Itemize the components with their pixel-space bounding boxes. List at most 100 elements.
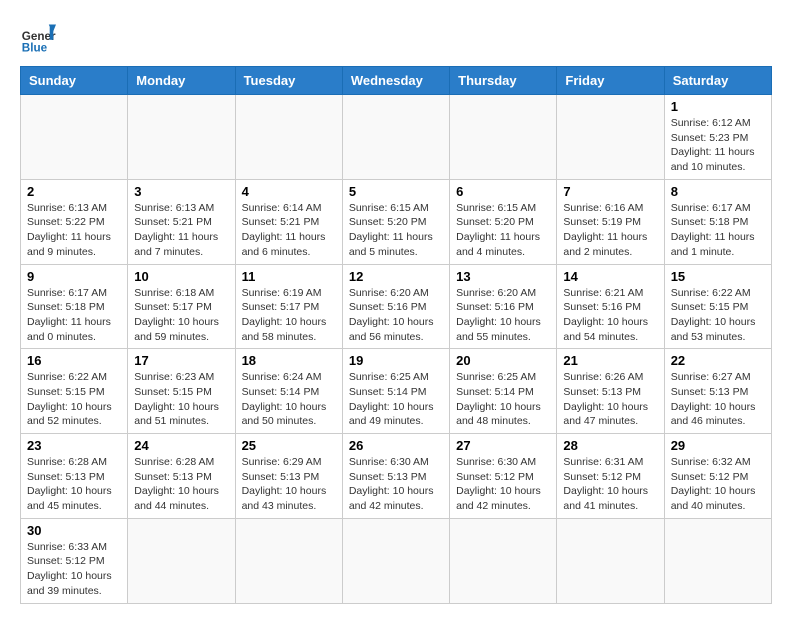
- calendar-cell: 28Sunrise: 6:31 AM Sunset: 5:12 PM Dayli…: [557, 434, 664, 519]
- day-number: 22: [671, 353, 765, 368]
- day-number: 10: [134, 269, 228, 284]
- calendar-cell: 24 Sunrise: 6:28 AM Sunset: 5:13 PM Dayli…: [128, 434, 235, 519]
- day-number: 3: [134, 184, 228, 199]
- calendar-cell: 13 Sunrise: 6:20 AM Sunset: 5:16 PM Dayli…: [450, 264, 557, 349]
- weekday-header-sunday: Sunday: [21, 67, 128, 95]
- calendar-cell: 15 Sunrise: 6:22 AM Sunset: 5:15 PM Dayli…: [664, 264, 771, 349]
- calendar-cell: [450, 95, 557, 180]
- calendar-cell: [450, 518, 557, 603]
- day-info: Sunrise: 6:22 AM Sunset: 5:15 PM Dayligh…: [27, 370, 121, 429]
- svg-text:Blue: Blue: [22, 42, 48, 55]
- day-info: Sunrise: 6:21 AM Sunset: 5:16 PM Dayligh…: [563, 286, 657, 345]
- calendar-cell: 25 Sunrise: 6:29 AM Sunset: 5:13 PM Dayli…: [235, 434, 342, 519]
- day-number: 15: [671, 269, 765, 284]
- weekday-header-tuesday: Tuesday: [235, 67, 342, 95]
- calendar-cell: 30 Sunrise: 6:33 AM Sunset: 5:12 PM Dayli…: [21, 518, 128, 603]
- calendar-week-5: 30 Sunrise: 6:33 AM Sunset: 5:12 PM Dayli…: [21, 518, 772, 603]
- day-number: 11: [242, 269, 336, 284]
- day-number: 16: [27, 353, 121, 368]
- day-number: 8: [671, 184, 765, 199]
- day-info: Sunrise: 6:22 AM Sunset: 5:15 PM Dayligh…: [671, 286, 765, 345]
- day-info: Sunrise: 6:25 AM Sunset: 5:14 PM Dayligh…: [456, 370, 550, 429]
- day-number: 30: [27, 523, 121, 538]
- day-number: 18: [242, 353, 336, 368]
- calendar-cell: [557, 95, 664, 180]
- day-info: Sunrise: 6:13 AM Sunset: 5:21 PM Dayligh…: [134, 201, 228, 260]
- day-number: 28: [563, 438, 657, 453]
- day-number: 19: [349, 353, 443, 368]
- calendar-cell: 10Sunrise: 6:18 AM Sunset: 5:17 PM Dayli…: [128, 264, 235, 349]
- weekday-header-thursday: Thursday: [450, 67, 557, 95]
- calendar-cell: 2 Sunrise: 6:13 AM Sunset: 5:22 PM Daylig…: [21, 179, 128, 264]
- header: General Blue: [20, 20, 772, 56]
- day-info: Sunrise: 6:33 AM Sunset: 5:12 PM Dayligh…: [27, 540, 121, 599]
- calendar-cell: 9 Sunrise: 6:17 AM Sunset: 5:18 PM Daylig…: [21, 264, 128, 349]
- calendar-cell: [557, 518, 664, 603]
- day-number: 1: [671, 99, 765, 114]
- day-info: Sunrise: 6:16 AM Sunset: 5:19 PM Dayligh…: [563, 201, 657, 260]
- calendar-cell: 3 Sunrise: 6:13 AM Sunset: 5:21 PM Daylig…: [128, 179, 235, 264]
- calendar-cell: 12Sunrise: 6:20 AM Sunset: 5:16 PM Dayli…: [342, 264, 449, 349]
- calendar-cell: 23 Sunrise: 6:28 AM Sunset: 5:13 PM Dayli…: [21, 434, 128, 519]
- day-info: Sunrise: 6:19 AM Sunset: 5:17 PM Dayligh…: [242, 286, 336, 345]
- day-number: 14: [563, 269, 657, 284]
- day-info: Sunrise: 6:27 AM Sunset: 5:13 PM Dayligh…: [671, 370, 765, 429]
- day-number: 20: [456, 353, 550, 368]
- calendar-week-0: 1 Sunrise: 6:12 AM Sunset: 5:23 PM Daylig…: [21, 95, 772, 180]
- day-number: 23: [27, 438, 121, 453]
- calendar-cell: 4Sunrise: 6:14 AM Sunset: 5:21 PM Daylig…: [235, 179, 342, 264]
- calendar-cell: 7Sunrise: 6:16 AM Sunset: 5:19 PM Daylig…: [557, 179, 664, 264]
- calendar-cell: [128, 518, 235, 603]
- logo-icon: General Blue: [20, 20, 56, 56]
- day-number: 27: [456, 438, 550, 453]
- weekday-header-friday: Friday: [557, 67, 664, 95]
- calendar-cell: 6Sunrise: 6:15 AM Sunset: 5:20 PM Daylig…: [450, 179, 557, 264]
- day-info: Sunrise: 6:13 AM Sunset: 5:22 PM Dayligh…: [27, 201, 121, 260]
- calendar-cell: 14 Sunrise: 6:21 AM Sunset: 5:16 PM Dayli…: [557, 264, 664, 349]
- calendar-cell: 27Sunrise: 6:30 AM Sunset: 5:12 PM Dayli…: [450, 434, 557, 519]
- day-number: 25: [242, 438, 336, 453]
- calendar-cell: 18Sunrise: 6:24 AM Sunset: 5:14 PM Dayli…: [235, 349, 342, 434]
- calendar-cell: [21, 95, 128, 180]
- day-info: Sunrise: 6:12 AM Sunset: 5:23 PM Dayligh…: [671, 116, 765, 175]
- calendar-cell: [342, 95, 449, 180]
- day-number: 5: [349, 184, 443, 199]
- day-number: 24: [134, 438, 228, 453]
- calendar-header: SundayMondayTuesdayWednesdayThursdayFrid…: [21, 67, 772, 95]
- calendar-cell: 22 Sunrise: 6:27 AM Sunset: 5:13 PM Dayli…: [664, 349, 771, 434]
- calendar-week-4: 23 Sunrise: 6:28 AM Sunset: 5:13 PM Dayli…: [21, 434, 772, 519]
- day-number: 2: [27, 184, 121, 199]
- calendar-cell: 21Sunrise: 6:26 AM Sunset: 5:13 PM Dayli…: [557, 349, 664, 434]
- calendar-cell: 17Sunrise: 6:23 AM Sunset: 5:15 PM Dayli…: [128, 349, 235, 434]
- calendar-cell: 19 Sunrise: 6:25 AM Sunset: 5:14 PM Dayli…: [342, 349, 449, 434]
- day-info: Sunrise: 6:32 AM Sunset: 5:12 PM Dayligh…: [671, 455, 765, 514]
- calendar-cell: [128, 95, 235, 180]
- day-info: Sunrise: 6:28 AM Sunset: 5:13 PM Dayligh…: [134, 455, 228, 514]
- day-info: Sunrise: 6:29 AM Sunset: 5:13 PM Dayligh…: [242, 455, 336, 514]
- day-info: Sunrise: 6:23 AM Sunset: 5:15 PM Dayligh…: [134, 370, 228, 429]
- calendar-cell: 1 Sunrise: 6:12 AM Sunset: 5:23 PM Daylig…: [664, 95, 771, 180]
- calendar-cell: [342, 518, 449, 603]
- weekday-header-saturday: Saturday: [664, 67, 771, 95]
- day-info: Sunrise: 6:28 AM Sunset: 5:13 PM Dayligh…: [27, 455, 121, 514]
- weekday-header-row: SundayMondayTuesdayWednesdayThursdayFrid…: [21, 67, 772, 95]
- day-info: Sunrise: 6:15 AM Sunset: 5:20 PM Dayligh…: [456, 201, 550, 260]
- calendar-cell: 5 Sunrise: 6:15 AM Sunset: 5:20 PM Daylig…: [342, 179, 449, 264]
- day-info: Sunrise: 6:15 AM Sunset: 5:20 PM Dayligh…: [349, 201, 443, 260]
- day-info: Sunrise: 6:14 AM Sunset: 5:21 PM Dayligh…: [242, 201, 336, 260]
- day-info: Sunrise: 6:25 AM Sunset: 5:14 PM Dayligh…: [349, 370, 443, 429]
- day-number: 12: [349, 269, 443, 284]
- calendar-cell: [235, 518, 342, 603]
- calendar-body: 1 Sunrise: 6:12 AM Sunset: 5:23 PM Daylig…: [21, 95, 772, 604]
- calendar-cell: 26Sunrise: 6:30 AM Sunset: 5:13 PM Dayli…: [342, 434, 449, 519]
- day-info: Sunrise: 6:20 AM Sunset: 5:16 PM Dayligh…: [456, 286, 550, 345]
- weekday-header-wednesday: Wednesday: [342, 67, 449, 95]
- day-number: 9: [27, 269, 121, 284]
- calendar-cell: 29Sunrise: 6:32 AM Sunset: 5:12 PM Dayli…: [664, 434, 771, 519]
- calendar-week-3: 16 Sunrise: 6:22 AM Sunset: 5:15 PM Dayli…: [21, 349, 772, 434]
- calendar-cell: 8 Sunrise: 6:17 AM Sunset: 5:18 PM Daylig…: [664, 179, 771, 264]
- day-info: Sunrise: 6:17 AM Sunset: 5:18 PM Dayligh…: [27, 286, 121, 345]
- day-info: Sunrise: 6:17 AM Sunset: 5:18 PM Dayligh…: [671, 201, 765, 260]
- logo: General Blue: [20, 20, 56, 56]
- day-number: 13: [456, 269, 550, 284]
